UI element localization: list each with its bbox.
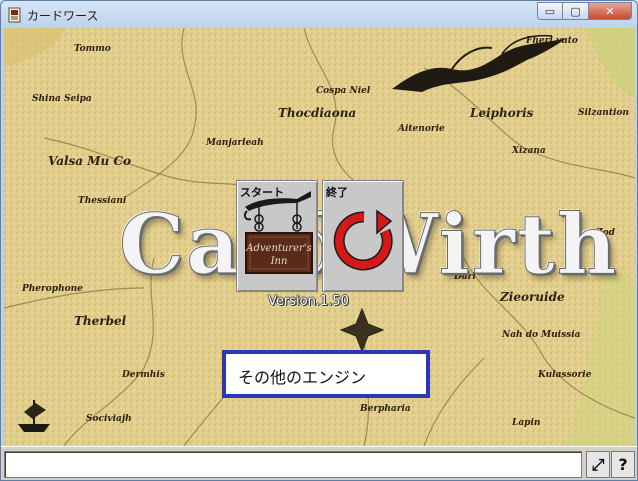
close-icon: ✕ — [605, 4, 615, 18]
app-window: カードワース ▭ ▢ ✕ Tommo Shina Seipa Valsa Mu … — [0, 0, 638, 481]
map-label: Silzantion — [578, 108, 629, 118]
map-label: Lapin — [512, 418, 541, 428]
map-label: Nah do Muissia — [502, 330, 581, 340]
fullscreen-button[interactable]: ⤢ — [586, 451, 610, 478]
help-button[interactable]: ? — [611, 451, 635, 478]
map-label: Aitenorie — [398, 124, 445, 134]
start-card[interactable]: Adventurer's Inn スタート — [236, 180, 318, 292]
inn-sign-line1: Adventurer's — [245, 243, 311, 254]
maximize-button[interactable]: ▢ — [563, 2, 589, 20]
map-label: Xizana — [512, 146, 546, 156]
map-label: Pherophone — [22, 284, 83, 294]
map-label: Dermhis — [122, 370, 165, 380]
start-label: スタート — [240, 186, 284, 199]
fullscreen-icon: ⤢ — [591, 454, 605, 474]
minimize-icon: ▭ — [544, 4, 556, 18]
map-label: Cospa Niel — [316, 86, 371, 96]
map-label: Thocdiaona — [278, 106, 357, 120]
inn-sign-line2: Inn — [270, 256, 288, 267]
map-label: Valsa Mu Co — [48, 154, 131, 168]
map-label: Leiphoris — [470, 106, 534, 120]
map-label: Therbel — [74, 314, 127, 328]
help-icon: ? — [618, 455, 628, 474]
maximize-icon: ▢ — [570, 4, 581, 18]
version-label: Version.1.50 — [268, 294, 349, 309]
window-controls: ▭ ▢ ✕ — [537, 2, 632, 22]
close-button[interactable]: ✕ — [589, 2, 632, 20]
map-label: Fherl vuto — [526, 36, 578, 46]
window-title: カードワース — [27, 9, 99, 23]
map-label: Berpharia — [360, 404, 411, 414]
exit-label: 終了 — [326, 186, 348, 199]
world-map-background: Tommo Shina Seipa Valsa Mu Co Thessiani … — [4, 28, 635, 446]
other-engines-label: その他のエンジン — [238, 368, 367, 387]
minimize-button[interactable]: ▭ — [537, 2, 563, 20]
app-icon — [8, 7, 21, 23]
ship-illustration — [18, 400, 50, 432]
map-label: Shina Seipa — [32, 94, 92, 104]
status-bar: ⤢ ? — [1, 446, 637, 480]
exit-card[interactable]: 終了 — [322, 180, 404, 292]
map-label: Manjarleah — [206, 138, 264, 148]
title-bar[interactable]: カードワース ▭ ▢ ✕ — [1, 1, 637, 28]
map-label: Tommo — [74, 44, 111, 54]
other-engines-button[interactable]: その他のエンジン — [222, 350, 430, 398]
map-label: Kulassorie — [538, 370, 592, 380]
status-message-field — [4, 451, 582, 478]
map-label: Sociviajh — [86, 414, 132, 424]
